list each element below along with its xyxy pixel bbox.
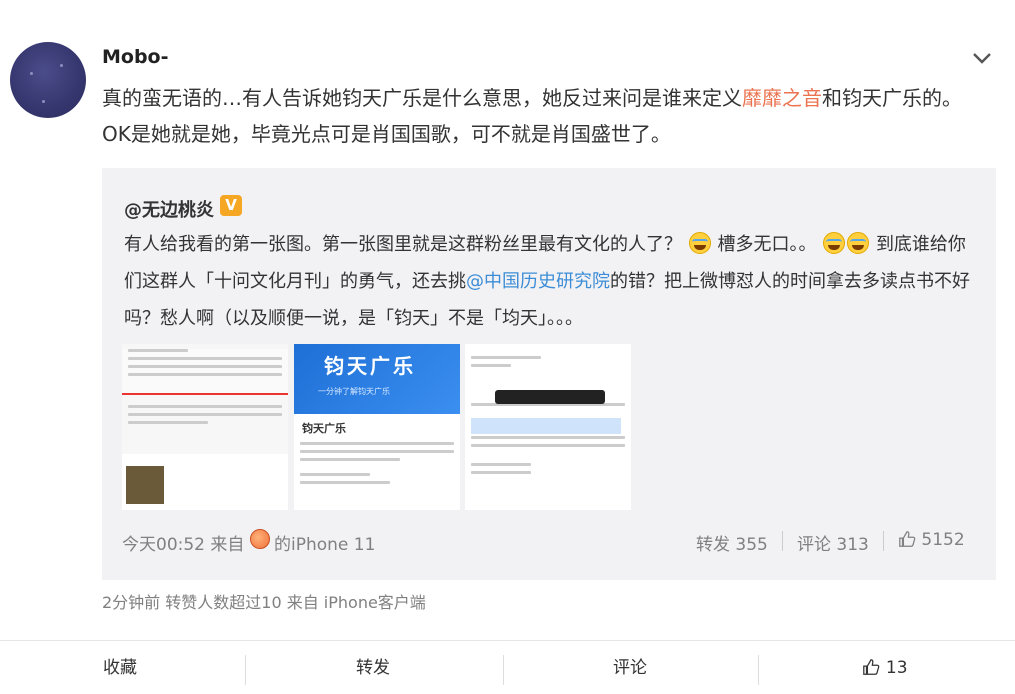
post-meta: 2分钟前 转赞人数超过10 来自 iPhone客户端 bbox=[102, 593, 426, 612]
divider bbox=[245, 655, 246, 685]
mention-link[interactable]: @中国历史研究院 bbox=[466, 271, 610, 292]
comment-button[interactable]: 评论 bbox=[510, 641, 750, 694]
thumbnail-selection bbox=[471, 418, 621, 434]
laugh-cry-emoji-icon bbox=[847, 232, 870, 254]
avatar[interactable] bbox=[10, 42, 86, 118]
repost-time: 今天00:52 来自 bbox=[122, 535, 245, 555]
like-button[interactable]: 13 bbox=[765, 641, 1005, 694]
thumbnail-popup bbox=[495, 390, 605, 404]
image-thumbnail-1[interactable] bbox=[122, 344, 288, 510]
verified-badge-icon: V bbox=[220, 195, 242, 216]
repost-comment-count[interactable]: 评论 313 bbox=[797, 530, 869, 555]
divider bbox=[782, 531, 783, 551]
laugh-cry-emoji-icon bbox=[688, 232, 711, 254]
original-post-text: 有人给我看的第一张图。第一张图里就是这群粉丝里最有文化的人了？ 槽多无口。。 到… bbox=[124, 226, 980, 337]
weibo-post-card: Mobo- 真的蛮无语的…有人告诉她钧天广乐是什么意思，她反过来问是谁来定义靡靡… bbox=[0, 0, 1015, 694]
topic-link[interactable]: 靡靡之音 bbox=[742, 86, 822, 110]
repost-like-button[interactable]: 5152 bbox=[898, 530, 965, 550]
peach-icon bbox=[250, 529, 270, 549]
divider bbox=[883, 531, 884, 551]
laugh-cry-emoji-icon bbox=[823, 232, 846, 254]
post-username[interactable]: Mobo- bbox=[102, 46, 169, 68]
thumbnail-entry-name: 钧天广乐 bbox=[302, 422, 346, 435]
repost-like-count: 5152 bbox=[921, 530, 965, 550]
forward-button[interactable]: 转发 bbox=[253, 641, 493, 694]
thumbs-up-icon bbox=[863, 659, 880, 675]
reposted-content[interactable]: @无边桃炎 V 有人给我看的第一张图。第一张图里就是这群粉丝里最有文化的人了？ … bbox=[102, 168, 996, 580]
original-text-part: 有人给我看的第一张图。第一张图里就是这群粉丝里最有文化的人了？ bbox=[124, 234, 682, 255]
favorite-button[interactable]: 收藏 bbox=[0, 641, 240, 694]
divider bbox=[758, 655, 759, 685]
thumbnail-header bbox=[122, 349, 288, 395]
post-text: 真的蛮无语的…有人告诉她钧天广乐是什么意思，她反过来问是谁来定义靡靡之音和钧天广… bbox=[102, 80, 982, 152]
thumbnail-banner-title: 钧天广乐 bbox=[324, 354, 416, 378]
thumbnail-banner-subtitle: 一分钟了解钧天广乐 bbox=[318, 387, 390, 396]
thumbs-up-icon bbox=[899, 531, 916, 547]
chevron-down-icon[interactable] bbox=[970, 46, 994, 70]
thumbnail-hot-block bbox=[122, 454, 288, 510]
image-thumbnail-2[interactable]: 钧天广乐 一分钟了解钧天广乐 钧天广乐 bbox=[294, 344, 460, 510]
original-username[interactable]: @无边桃炎 bbox=[124, 196, 214, 222]
image-thumbnail-3[interactable] bbox=[465, 344, 631, 510]
repost-device: 的iPhone 11 bbox=[274, 535, 376, 555]
thumbnail-banner: 钧天广乐 一分钟了解钧天广乐 bbox=[294, 344, 460, 414]
like-count: 13 bbox=[885, 658, 908, 678]
divider bbox=[503, 655, 504, 685]
action-bar: 收藏 转发 评论 13 bbox=[0, 640, 1015, 694]
repost-forward-count[interactable]: 转发 355 bbox=[696, 530, 768, 555]
original-text-part: 槽多无口。。 bbox=[717, 234, 817, 255]
post-text-part: 真的蛮无语的…有人告诉她钧天广乐是什么意思，她反过来问是谁来定义 bbox=[102, 86, 742, 110]
